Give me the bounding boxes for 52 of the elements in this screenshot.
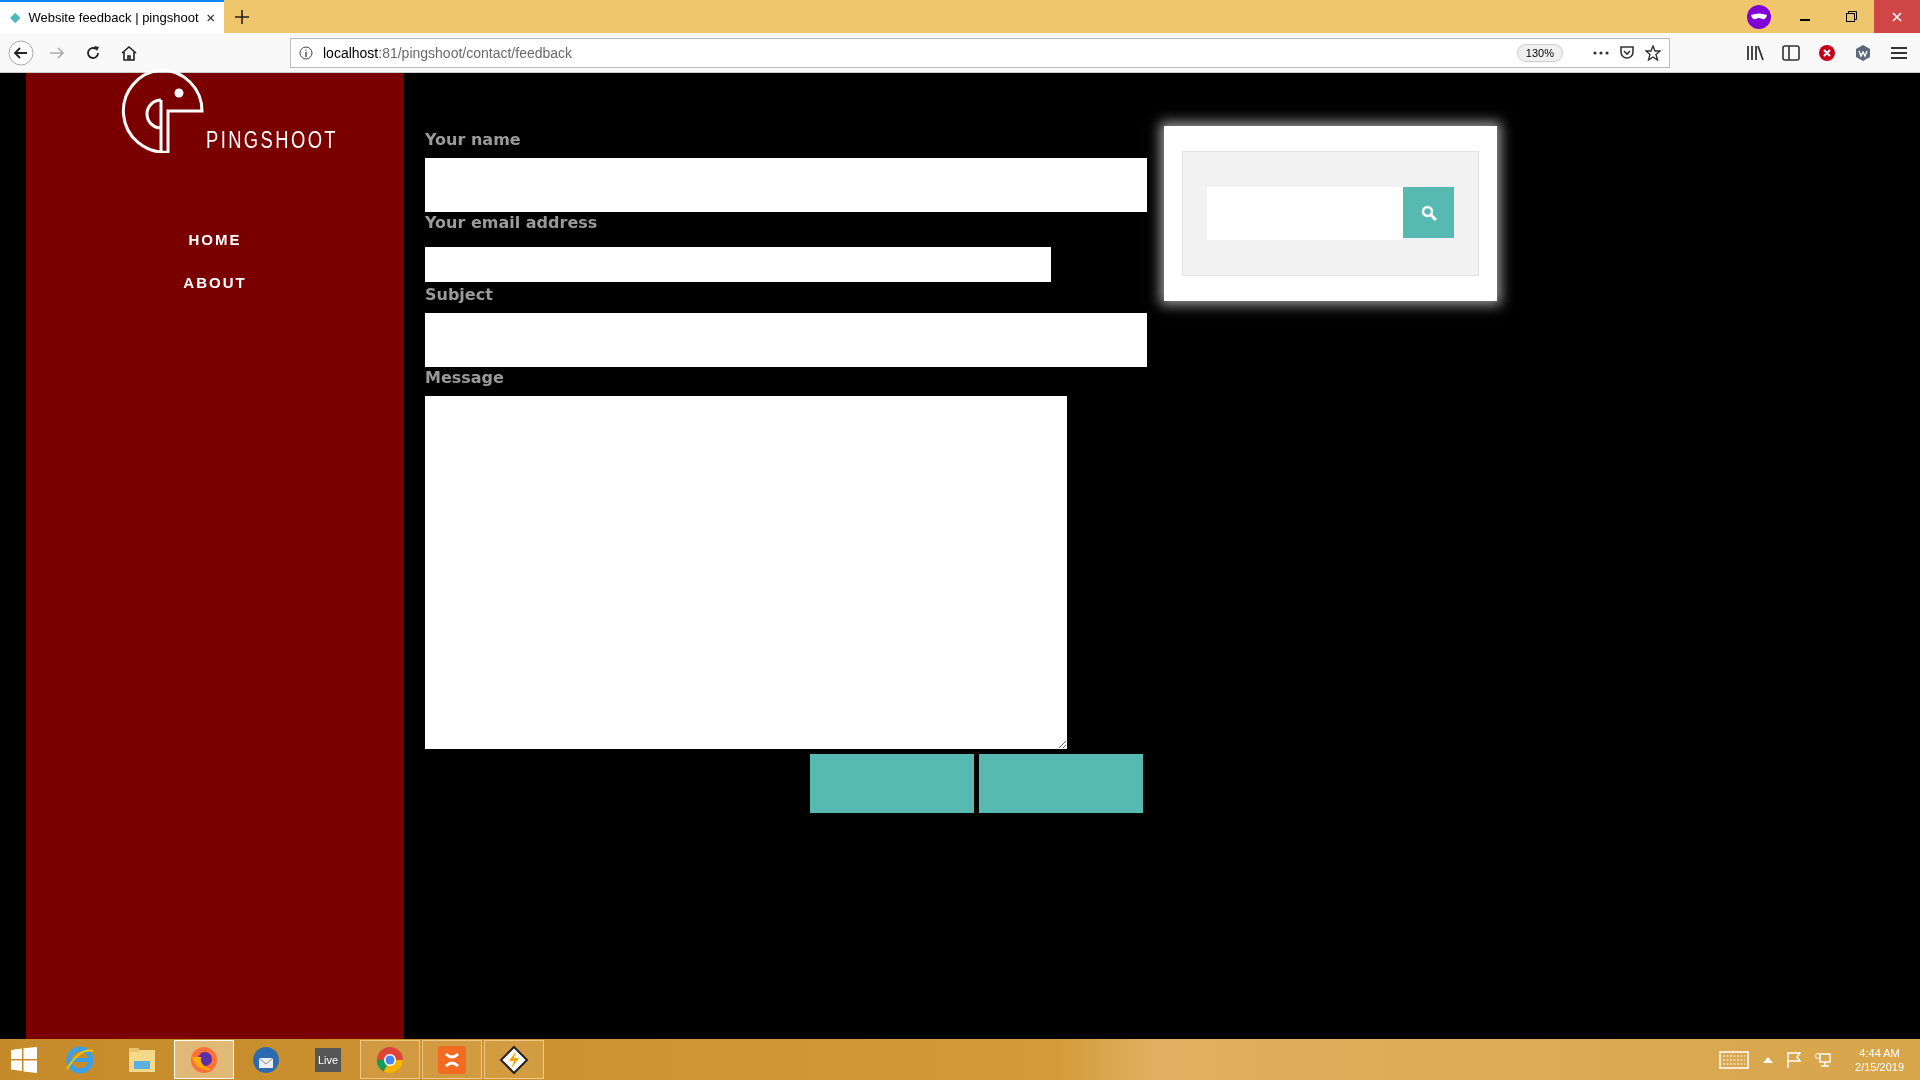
library-icon[interactable] <box>1746 44 1764 61</box>
chrome-circle-icon <box>375 1044 405 1075</box>
windows-logo-icon[interactable] <box>11 1046 37 1073</box>
back-icon[interactable] <box>8 39 34 66</box>
sidebar-icon[interactable] <box>1782 44 1800 61</box>
app-tile-icon <box>438 1045 466 1074</box>
field-label: Your name <box>425 130 522 151</box>
taskbar-button[interactable]: Live <box>298 1040 358 1079</box>
field-label: Message <box>425 368 505 389</box>
field-label: Subject <box>425 285 494 306</box>
message-field[interactable] <box>425 396 1067 749</box>
home-icon[interactable] <box>121 44 137 61</box>
keyboard-icon[interactable] <box>1719 1050 1750 1069</box>
mask-icon <box>1746 3 1772 30</box>
search-button[interactable] <box>1403 187 1454 238</box>
zoom-indicator[interactable]: 130% <box>1516 43 1563 62</box>
text-field[interactable] <box>425 313 1147 367</box>
field-label: Your email address <box>425 213 599 234</box>
nav-link[interactable]: ABOUT <box>183 274 247 291</box>
close-icon <box>1892 11 1902 22</box>
lightning-icon <box>499 1044 529 1075</box>
close-icon[interactable] <box>206 12 214 23</box>
forward-icon[interactable] <box>49 45 65 60</box>
live-icon: Live <box>314 1047 342 1072</box>
reload-icon[interactable] <box>85 44 101 61</box>
more-icon[interactable] <box>1593 50 1609 55</box>
menu-icon[interactable] <box>1891 45 1907 60</box>
letter-e-icon <box>65 1044 95 1075</box>
nav-link[interactable]: HOME <box>188 231 242 248</box>
search-icon <box>1420 204 1437 221</box>
diamond-icon <box>10 10 21 25</box>
bird-envelope-icon <box>251 1044 281 1075</box>
flag-icon[interactable] <box>1787 1051 1802 1068</box>
search-field[interactable] <box>1207 187 1403 240</box>
shield-icon[interactable] <box>1854 43 1872 62</box>
text-field[interactable] <box>425 158 1147 212</box>
caret-icon[interactable] <box>1763 1056 1774 1063</box>
email-field[interactable] <box>425 247 1051 282</box>
browser-tab[interactable]: Website feedback | pingshoot <box>0 0 224 33</box>
taskbar-button[interactable] <box>484 1040 544 1079</box>
plus-icon[interactable] <box>235 9 249 24</box>
address-bar[interactable]: localhost:81/pingshoot/contact/feedback 130% <box>290 37 1670 68</box>
blocker-icon[interactable] <box>1818 43 1836 62</box>
pocket-icon[interactable] <box>1619 44 1635 61</box>
close-button[interactable] <box>1874 0 1920 33</box>
folder-icon <box>127 1045 157 1074</box>
info-icon <box>299 45 313 60</box>
logo-text: PINGSHOOT <box>206 127 339 154</box>
restore-icon[interactable] <box>1845 11 1857 22</box>
star-icon[interactable] <box>1645 44 1661 61</box>
network-icon[interactable] <box>1815 1051 1832 1068</box>
fox-globe-icon <box>189 1044 219 1075</box>
